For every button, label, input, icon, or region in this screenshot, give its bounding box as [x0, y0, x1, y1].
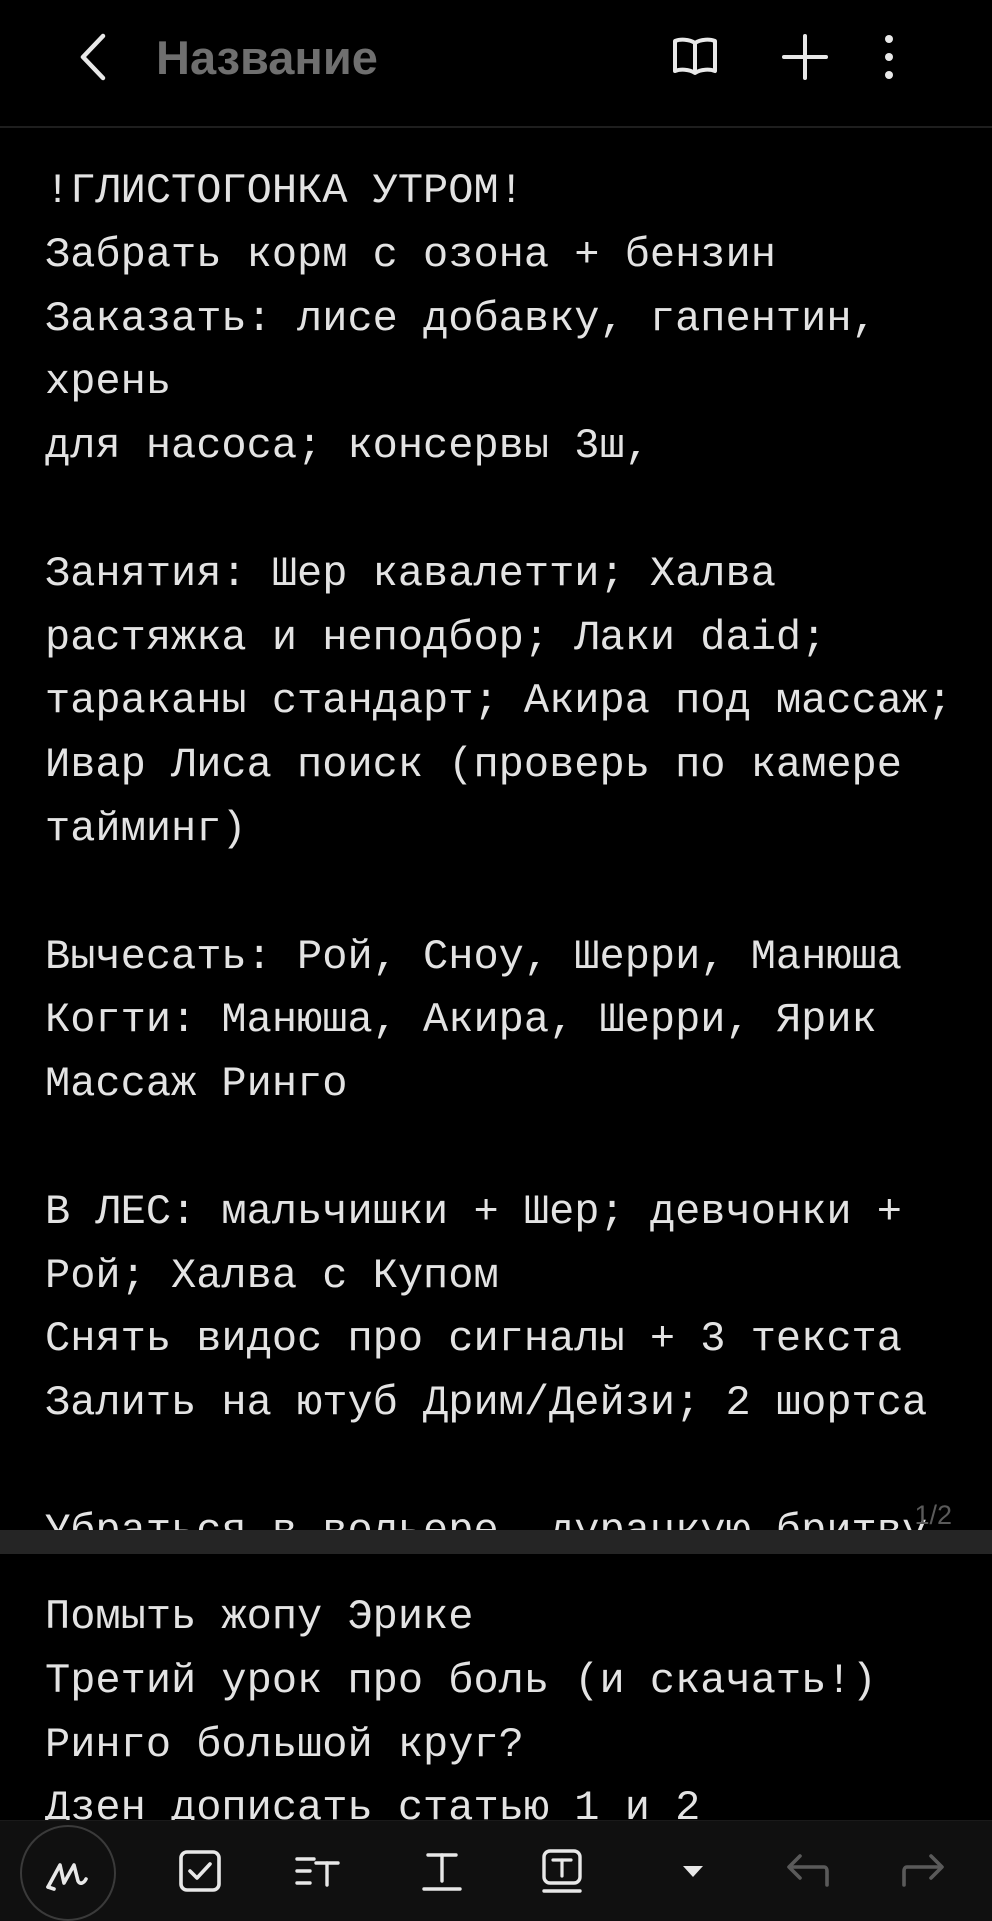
top-app-bar: Название: [0, 0, 992, 128]
undo-button[interactable]: [765, 1829, 849, 1913]
checkbox-button[interactable]: [158, 1829, 242, 1913]
pen-icon: [46, 1863, 88, 1891]
text-icon: [422, 1853, 462, 1891]
dropdown-button[interactable]: [668, 1829, 718, 1913]
undo-icon: [787, 1854, 829, 1887]
text-box-button[interactable]: [520, 1829, 604, 1913]
page-divider: [0, 1530, 992, 1554]
redo-button[interactable]: [882, 1829, 966, 1913]
plus-icon: [782, 34, 828, 80]
page-indicator: 1/2: [914, 1500, 952, 1530]
text-style-button[interactable]: [400, 1829, 484, 1913]
checkbox-icon: [179, 1850, 221, 1892]
note-body-page-1[interactable]: !ГЛИСТОГОНКА УТРОМ! Забрать корм с озона…: [45, 160, 965, 1564]
text-box-icon: [542, 1849, 582, 1893]
dropdown-icon: [683, 1866, 703, 1877]
pen-mode-button[interactable]: [20, 1825, 116, 1921]
more-options-button[interactable]: [864, 24, 914, 90]
paragraph-style-button[interactable]: [276, 1829, 360, 1913]
note-body-page-2[interactable]: Помыть жопу Эрике Третий урок про боль (…: [45, 1586, 965, 1820]
note-page-2: Помыть жопу Эрике Третий урок про боль (…: [0, 1554, 992, 1820]
redo-icon: [902, 1854, 944, 1887]
back-button[interactable]: [58, 22, 128, 92]
add-button[interactable]: [772, 24, 838, 90]
reading-mode-button[interactable]: [662, 24, 728, 90]
back-arrow-icon: [80, 33, 106, 81]
book-icon: [673, 37, 717, 75]
note-title[interactable]: Название: [156, 30, 378, 86]
paragraph-style-icon: [295, 1857, 340, 1887]
editor-toolbar: [0, 1820, 992, 1921]
note-page-1: !ГЛИСТОГОНКА УТРОМ! Забрать корм с озона…: [0, 130, 992, 1555]
more-vertical-icon: [885, 35, 893, 79]
